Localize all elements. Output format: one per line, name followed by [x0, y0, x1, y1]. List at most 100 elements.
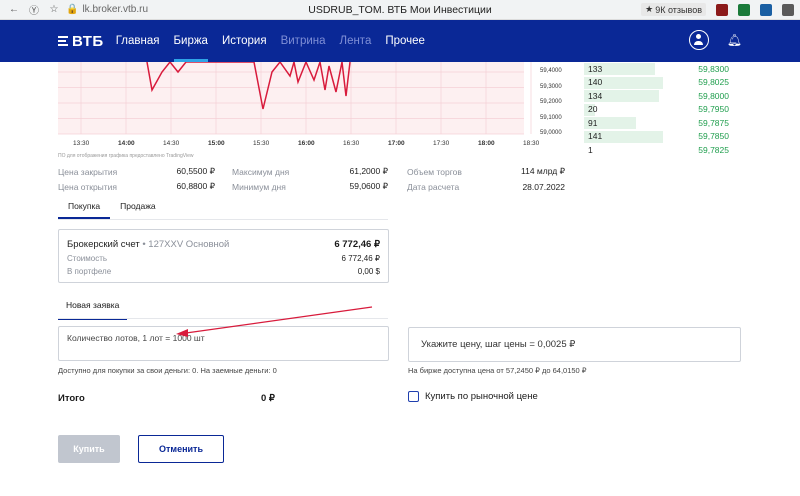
x-tick-label: 16:00 — [298, 140, 315, 147]
nav-item-1[interactable]: Биржа — [173, 20, 209, 62]
bell-icon[interactable]: 🔔︎ — [727, 33, 742, 47]
browser-logo-icon[interactable]: Ⓨ — [28, 4, 40, 17]
tab-sell[interactable]: Продажа — [110, 198, 165, 219]
extension-icon[interactable] — [760, 3, 772, 16]
close-price-label: Цена закрытия — [58, 166, 118, 177]
price-range-note: На бирже доступна цена от 57,2450 ₽ до 6… — [408, 366, 587, 375]
orderbook-row[interactable]: 91 59,7875 — [584, 116, 741, 130]
orderbook-price: 59,7875 — [698, 117, 729, 128]
profile-icon[interactable] — [688, 30, 709, 50]
nav-item-0[interactable]: Главная — [116, 20, 160, 62]
nav-menu: Главная Биржа История Витрина Лента Прочее — [116, 20, 425, 62]
orderbook-row[interactable]: 140 59,8025 — [584, 76, 741, 90]
x-tick-label: 17:00 — [388, 140, 405, 147]
x-tick-label: 16:30 — [343, 140, 360, 147]
orderbook-volume: 133 — [588, 63, 603, 74]
x-tick-label: 13:30 — [73, 140, 90, 147]
open-price-label: Цена открытия — [58, 181, 118, 192]
volume-label: Объем торгов — [407, 166, 462, 177]
price-input[interactable]: Укажите цену, шаг цены = 0,0025 ₽ — [408, 327, 741, 362]
orderbook-row[interactable]: 20 59,7950 — [584, 103, 741, 117]
lock-icon: 🔒 — [66, 4, 79, 15]
orderbook-row[interactable]: 1 59,7825 — [584, 143, 741, 157]
market-price-option[interactable]: Купить по рыночной цене — [408, 391, 538, 402]
x-tick-label: 17:30 — [433, 140, 450, 147]
logo-mark-icon — [58, 36, 68, 46]
y-tick-label: 59,0000 — [540, 130, 562, 136]
url-text: lk.broker.vtb.ru — [82, 4, 149, 15]
price-chart[interactable]: 59,4000 59,3000 59,2000 59,1000 59,0000 13:3… — [58, 62, 578, 158]
x-tick-label: 18:00 — [478, 140, 495, 147]
y-tick-label: 59,1000 — [540, 114, 562, 121]
cost-value: 6 772,46 ₽ — [341, 254, 380, 263]
account-sum: 6 772,46 ₽ — [334, 239, 380, 250]
extension-icon[interactable] — [716, 3, 728, 16]
extension-icon[interactable] — [782, 3, 794, 16]
browser-toolbar: ← Ⓨ ☆ 🔒 lk.broker.vtb.ru USDRUB_TOM. ВТБ… — [0, 0, 800, 20]
market-price-checkbox[interactable] — [408, 391, 419, 402]
nav-right: 🔔︎ — [688, 30, 742, 50]
open-price-value: 60,8800 ₽ — [176, 181, 216, 191]
orderbook-volume: 1 — [588, 144, 593, 155]
extension-icon[interactable] — [738, 3, 750, 16]
nav-item-3[interactable]: Витрина — [281, 20, 326, 62]
settlement-date-value: 28.07.2022 — [522, 181, 565, 192]
orderbook-volume: 20 — [588, 104, 598, 115]
orderbook-volume: 140 — [588, 77, 603, 88]
y-tick-label: 59,2000 — [540, 99, 562, 105]
settlement-date-label: Дата расчета — [407, 181, 460, 192]
x-tick-label: 14:00 — [118, 140, 135, 147]
bookmark-icon[interactable]: ☆ — [48, 4, 60, 16]
back-icon[interactable]: ← — [8, 4, 20, 16]
order-tab-divider — [58, 318, 388, 319]
chart-canvas — [58, 62, 532, 135]
lots-quantity-label: Количество лотов, 1 лот = 1000 шт — [67, 333, 205, 343]
cost-label: Стоимость — [67, 254, 108, 263]
tab-buy[interactable]: Покупка — [58, 198, 111, 219]
orderbook-row[interactable]: 141 59,7850 — [584, 130, 741, 144]
day-max-value: 61,2000 ₽ — [349, 166, 389, 176]
lots-quantity-input[interactable]: Количество лотов, 1 лот = 1000 шт — [58, 326, 389, 361]
orderbook-volume: 141 — [588, 131, 603, 142]
orderbook-volume: 134 — [588, 90, 603, 101]
account-title: Брокерский счет • 127XXV Основной — [67, 239, 230, 250]
market-price-label: Купить по рыночной цене — [425, 391, 538, 402]
orderbook-row[interactable]: 133 59,8300 — [584, 62, 741, 76]
order-book: 133 59,8300 140 59,8025 134 59,8000 20 59,7950 9… — [584, 62, 741, 155]
portfolio-label: В портфеле — [67, 267, 112, 276]
x-tick-label: 15:00 — [208, 140, 225, 147]
orderbook-row[interactable]: 134 59,8000 — [584, 89, 741, 103]
vtb-logo[interactable]: ВТБ — [58, 33, 104, 50]
total-value: 0 ₽ — [261, 393, 275, 404]
star-icon: ★ — [645, 4, 654, 14]
x-tick-label: 18:30 — [523, 140, 540, 147]
volume-value: 114 млрд ₽ — [521, 166, 565, 176]
nav-item-2[interactable]: История — [222, 20, 267, 62]
stats-col-1: Цена закрытия 60,5500 ₽ Цена открытия 60,8… — [58, 164, 215, 194]
x-tick-label: 14:30 — [163, 140, 180, 147]
trade-tabs: Покупка Продажа — [58, 198, 166, 219]
address-bar[interactable]: 🔒 lk.broker.vtb.ru — [66, 4, 148, 15]
stats-col-3: Объем торгов 114 млрд ₽ Дата расчета 28.07… — [407, 164, 565, 194]
total-label: Итого — [58, 393, 85, 404]
account-selector[interactable]: Брокерский счет • 127XXV Основной 6 772,… — [58, 229, 389, 283]
tradingview-note: ПО для отображения графика предоставлено… — [58, 153, 194, 159]
orderbook-price: 59,7850 — [698, 131, 729, 142]
orderbook-price: 59,8025 — [698, 77, 729, 88]
tabs-divider — [58, 219, 388, 220]
x-tick-label: 15:30 — [253, 140, 270, 147]
y-tick-label: 59,4000 — [540, 68, 562, 74]
stats-col-2: Максимум дня 61,2000 ₽ Минимум дня 59,0600… — [232, 164, 388, 194]
nav-item-5[interactable]: Прочее — [385, 20, 425, 62]
reviews-badge[interactable]: ★ 9К отзывов — [641, 3, 706, 16]
orderbook-price: 59,8300 — [698, 63, 729, 74]
day-min-label: Минимум дня — [232, 181, 286, 192]
buy-button[interactable]: Купить — [58, 435, 120, 463]
tab-new-order[interactable]: Новая заявка — [58, 296, 128, 320]
day-min-value: 59,0600 ₽ — [349, 181, 389, 191]
nav-item-4[interactable]: Лента — [340, 20, 372, 62]
orderbook-volume: 91 — [588, 117, 598, 128]
cancel-button[interactable]: Отменить — [138, 435, 224, 463]
portfolio-value: 0,00 $ — [357, 267, 380, 276]
available-note: Доступно для покупки за свои деньги: 0. … — [58, 366, 277, 375]
